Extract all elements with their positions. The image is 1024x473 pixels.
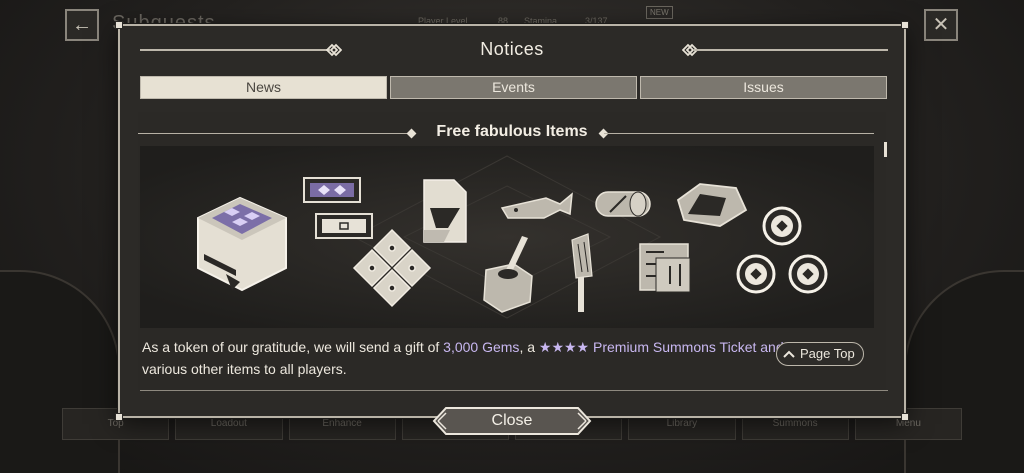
body-text-ticket: ★★★★ Premium Summons Tic [538, 339, 738, 355]
tab-events[interactable]: Events [390, 76, 637, 99]
new-badge: NEW [646, 6, 673, 19]
page-top-label: Page Top [800, 346, 855, 361]
page-top-button[interactable]: Page Top [776, 342, 864, 366]
content-scrollbar[interactable] [884, 142, 887, 157]
ticket-icon [315, 213, 373, 239]
items-banner [140, 146, 874, 328]
section-header: Free fabulous Items [138, 123, 886, 145]
coin-icon [762, 206, 802, 246]
notice-tabs: News Events Issues [140, 76, 887, 99]
close-button-label: Close [491, 412, 533, 429]
background-close-button[interactable]: ✕ [924, 9, 958, 41]
items-illustration [140, 146, 874, 328]
coin-icon [736, 254, 776, 294]
back-arrow-icon: ← [72, 14, 92, 36]
scroll-icon [595, 191, 651, 217]
notice-content[interactable]: Free fabulous Items As a token of our gr… [138, 112, 886, 390]
close-button[interactable]: Close [432, 406, 592, 436]
body-text-gems: 3,000 Gems [443, 339, 520, 355]
notices-modal: Notices News Events Issues Free fabulous… [115, 21, 909, 421]
header-rule-right [694, 49, 888, 51]
circuit-chip-icon [639, 243, 691, 293]
section-rule-right [604, 133, 874, 134]
back-button[interactable]: ← [65, 9, 99, 41]
section-title: Free fabulous Items [436, 123, 588, 140]
notice-body: As a token of our gratitude, we will sen… [142, 336, 842, 380]
close-x-icon: ✕ [932, 14, 950, 36]
modal-header: Notices [120, 26, 904, 74]
ticket-icon [303, 177, 361, 203]
corner-ornament [901, 413, 909, 421]
tab-news[interactable]: News [140, 76, 387, 99]
corner-ornament [115, 413, 123, 421]
coin-icon [788, 254, 828, 294]
body-text-prefix: As a token of our gratitude, we will sen… [142, 339, 444, 355]
paper-stack-icon [423, 179, 467, 243]
body-text-mid: , a [519, 339, 539, 355]
tab-issues[interactable]: Issues [640, 76, 887, 99]
content-bottom-rule [140, 390, 888, 391]
chevron-up-icon [783, 350, 795, 358]
body-text-line2: various other items to all players. [142, 361, 347, 377]
